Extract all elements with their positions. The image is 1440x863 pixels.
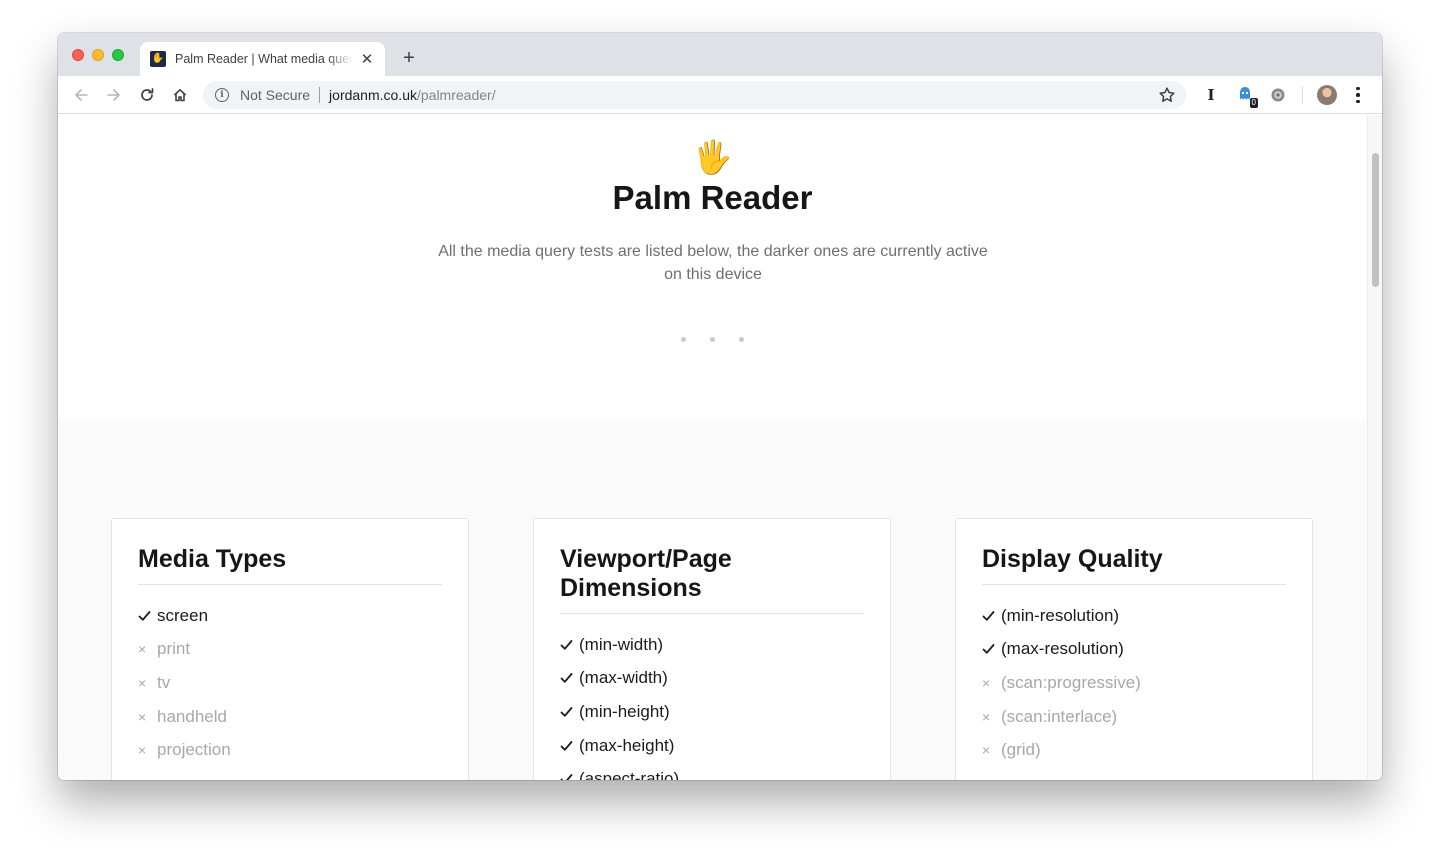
page-description: All the media query tests are listed bel… xyxy=(438,243,988,283)
media-query-label: (max-resolution) xyxy=(1001,639,1124,659)
page-viewport: 🖐 Palm Reader All the media query tests … xyxy=(58,115,1382,780)
browser-tab[interactable]: ✋ Palm Reader | What media queries are a… xyxy=(140,42,385,76)
media-query-list: (min-resolution) (max-resolution) × (scan:p… xyxy=(982,599,1286,767)
arrow-left-icon[interactable] xyxy=(69,83,93,107)
url-path: /palmreader/ xyxy=(416,87,496,103)
media-query-item: × (grid) xyxy=(982,733,1286,767)
media-query-item: × tv xyxy=(138,666,442,700)
dot-icon xyxy=(710,337,715,342)
settings-extension-icon[interactable] xyxy=(1268,85,1288,105)
hand-icon: 🖐 xyxy=(692,139,733,175)
home-icon[interactable] xyxy=(168,83,192,107)
cross-icon: × xyxy=(138,674,147,691)
media-query-label: (max-height) xyxy=(579,735,675,755)
media-query-label: (min-height) xyxy=(579,701,670,721)
info-icon[interactable]: i xyxy=(215,88,229,102)
media-query-list: (min-width) (max-width) (min-height) (max-h… xyxy=(560,628,864,780)
media-query-item: × handheld xyxy=(138,700,442,734)
new-tab-button[interactable]: + xyxy=(398,47,420,69)
browser-toolbar: i Not Secure jordanm.co.uk /palmreader/ … xyxy=(58,76,1382,114)
media-query-label: (scan:interlace) xyxy=(1001,706,1118,726)
media-query-list: screen × print × tv × handheld × projection xyxy=(138,599,442,767)
media-query-label: (scan:progressive) xyxy=(1001,672,1141,692)
extension-badge: 0 xyxy=(1249,98,1258,108)
check-icon xyxy=(560,639,579,651)
cross-icon: × xyxy=(982,708,991,725)
dot-icon xyxy=(681,337,686,342)
security-label: Not Secure xyxy=(240,87,311,103)
media-query-label: projection xyxy=(157,740,231,760)
cross-icon: × xyxy=(982,674,991,691)
media-query-item: × projection xyxy=(138,733,442,767)
check-icon xyxy=(982,643,1001,655)
media-query-item: (min-height) xyxy=(560,695,864,729)
check-icon xyxy=(982,610,1001,622)
media-query-label: (min-resolution) xyxy=(1001,605,1120,625)
media-query-item: (max-resolution) xyxy=(982,633,1286,667)
omnibox-divider xyxy=(319,87,321,103)
media-query-item: × print xyxy=(138,633,442,667)
card-viewport-dimensions: Viewport/Page Dimensions (min-width) (max… xyxy=(533,518,891,780)
check-icon xyxy=(560,672,579,684)
media-query-item: (aspect-ratio) xyxy=(560,762,864,780)
check-icon xyxy=(560,773,579,780)
cross-icon: × xyxy=(138,641,147,658)
minimize-window-button[interactable] xyxy=(92,49,104,61)
media-query-label: (min-width) xyxy=(579,634,664,654)
media-query-item: × (scan:progressive) xyxy=(982,666,1286,700)
check-icon xyxy=(560,706,579,718)
profile-avatar[interactable] xyxy=(1317,85,1337,105)
instapaper-extension-icon[interactable]: I xyxy=(1201,85,1221,105)
tab-title: Palm Reader | What media queries are act… xyxy=(175,52,353,66)
media-query-label: tv xyxy=(157,672,171,692)
media-query-label: screen xyxy=(157,605,209,625)
vertical-scrollbar[interactable] xyxy=(1367,115,1382,780)
loading-dots xyxy=(58,337,1367,342)
star-icon[interactable] xyxy=(1158,86,1176,104)
dot-icon xyxy=(739,337,744,342)
media-query-label: (max-width) xyxy=(579,668,668,688)
browser-window: ✋ Palm Reader | What media queries are a… xyxy=(58,33,1382,780)
scrollbar-thumb[interactable] xyxy=(1372,153,1379,287)
media-query-label: handheld xyxy=(157,706,227,726)
address-bar[interactable]: i Not Secure jordanm.co.uk /palmreader/ xyxy=(203,81,1186,109)
toolbar-divider xyxy=(1302,86,1303,104)
reload-icon[interactable] xyxy=(135,83,159,107)
ghostery-extension-icon[interactable]: 0 xyxy=(1235,85,1258,108)
check-icon xyxy=(138,610,157,622)
card-display-quality: Display Quality (min-resolution) (max-res… xyxy=(955,518,1313,780)
media-query-item: screen xyxy=(138,599,442,633)
url-host: jordanm.co.uk xyxy=(329,87,417,103)
cross-icon: × xyxy=(138,708,147,725)
maximize-window-button[interactable] xyxy=(112,49,124,61)
media-query-item: (max-width) xyxy=(560,662,864,696)
cross-icon: × xyxy=(982,742,991,759)
media-query-item: × (scan:interlace) xyxy=(982,700,1286,734)
favicon-icon: ✋ xyxy=(150,51,166,67)
cross-icon: × xyxy=(138,742,147,759)
card-title: Display Quality xyxy=(982,545,1286,585)
media-query-label: (aspect-ratio) xyxy=(579,769,680,780)
media-query-item: (min-width) xyxy=(560,628,864,662)
tab-strip: ✋ Palm Reader | What media queries are a… xyxy=(58,33,1382,76)
card-title: Viewport/Page Dimensions xyxy=(560,545,864,614)
close-window-button[interactable] xyxy=(72,49,84,61)
media-query-label: (grid) xyxy=(1001,740,1041,760)
results-section: Media Types screen × print × tv × handheld × pro… xyxy=(58,421,1367,780)
card-title: Media Types xyxy=(138,545,442,585)
media-query-item: (min-resolution) xyxy=(982,599,1286,633)
card-media-types: Media Types screen × print × tv × handheld × pro… xyxy=(111,518,469,780)
page-title: Palm Reader xyxy=(612,179,813,216)
close-tab-icon[interactable]: ✕ xyxy=(359,51,375,68)
hero-section: 🖐 Palm Reader All the media query tests … xyxy=(58,115,1367,421)
arrow-right-icon[interactable] xyxy=(102,83,126,107)
check-icon xyxy=(560,740,579,752)
more-menu-icon[interactable] xyxy=(1350,85,1366,105)
media-query-item: (max-height) xyxy=(560,729,864,763)
media-query-label: print xyxy=(157,639,191,659)
